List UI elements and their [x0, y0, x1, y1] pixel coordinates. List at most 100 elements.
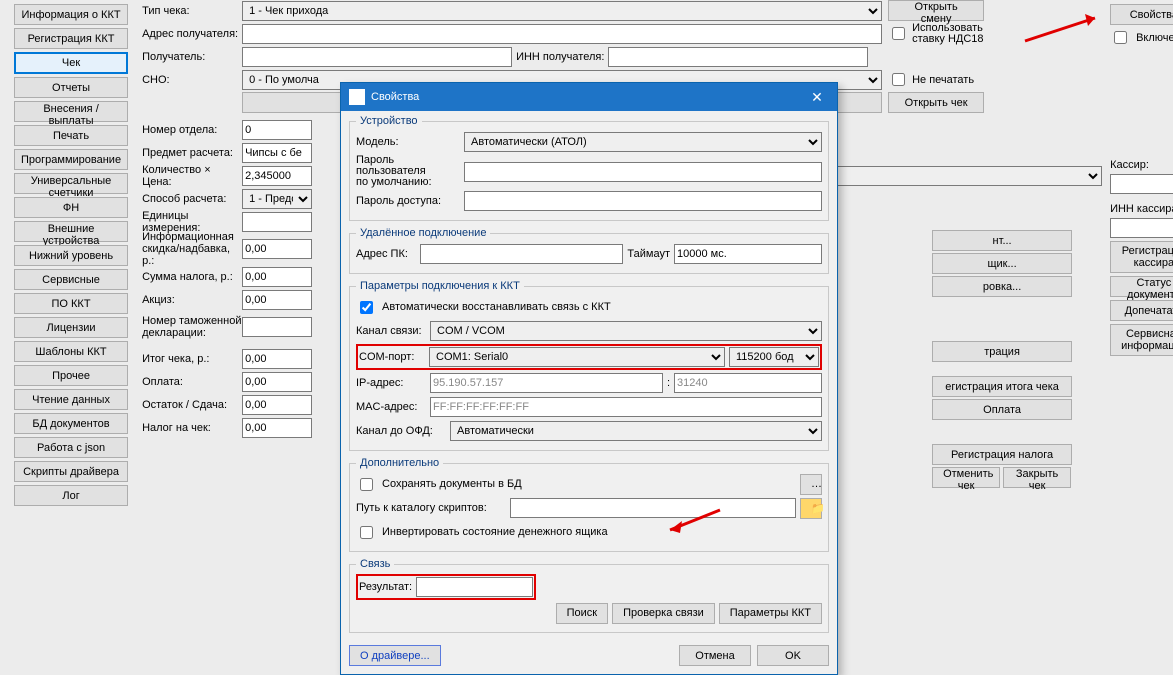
status-doc-button[interactable]: Статус документа	[1110, 276, 1173, 297]
kanal-select[interactable]: COM / VCOM	[430, 321, 822, 341]
reg-naloga-button[interactable]: Регистрация налога	[932, 444, 1072, 465]
right-panel: Свойства Включено Кассир: ИНН кассира: Р…	[1108, 0, 1173, 620]
folder-icon[interactable]: 📁	[800, 498, 822, 519]
adres-poluchatelya-input[interactable]	[242, 24, 882, 44]
ok-button[interactable]: OK	[757, 645, 829, 666]
reg-itoga-button[interactable]: егистрация итога чека	[932, 376, 1072, 397]
serv-info-button[interactable]: Сервисная информация	[1110, 324, 1173, 356]
cancel-button[interactable]: Отмена	[679, 645, 751, 666]
model-label: Модель:	[356, 136, 460, 148]
sidebar-item-prochee[interactable]: Прочее	[14, 365, 128, 386]
partial-rovka-button[interactable]: ровка...	[932, 276, 1072, 297]
kolcena-input[interactable]	[242, 166, 312, 186]
poluchatel-input[interactable]	[242, 47, 512, 67]
ip-port-input	[674, 373, 822, 393]
comport-select[interactable]: COM1: Serial0	[429, 347, 725, 367]
result-label: Результат:	[359, 581, 412, 593]
vklyucheno-label: Включено	[1136, 32, 1173, 44]
invert-cash-checkbox[interactable]	[360, 526, 373, 539]
pwd-access-label: Пароль доступа:	[356, 195, 460, 207]
vklyucheno-checkbox[interactable]	[1114, 31, 1127, 44]
akciz-input[interactable]	[242, 290, 312, 310]
otmenit-chek-button[interactable]: Отменить чек	[932, 467, 1000, 488]
sidebar-item-fn[interactable]: ФН	[14, 197, 128, 218]
nalog-input[interactable]	[242, 418, 312, 438]
sidebar-item-vneshnie[interactable]: Внешние устройства	[14, 221, 128, 242]
baud-select[interactable]: 115200 бод	[729, 347, 819, 367]
sidebar-item-po-kkt[interactable]: ПО ККТ	[14, 293, 128, 314]
ostatok-input[interactable]	[242, 395, 312, 415]
dialog-titlebar[interactable]: Свойства ✕	[341, 83, 837, 111]
ip-label: IP-адрес:	[356, 377, 426, 389]
kanal-ofd-select[interactable]: Автоматически	[450, 421, 822, 441]
sidebar-item-servisnye[interactable]: Сервисные	[14, 269, 128, 290]
predmet-input[interactable]	[242, 143, 312, 163]
svoystva-button[interactable]: Свойства	[1110, 4, 1173, 25]
sidebar-item-info-kkt[interactable]: Информация о ККТ	[14, 4, 128, 25]
model-select[interactable]: Автоматически (АТОЛ)	[464, 132, 822, 152]
predmet-label: Предмет расчета:	[142, 147, 242, 159]
info-skidka-input[interactable]	[242, 239, 312, 259]
summa-naloga-input[interactable]	[242, 267, 312, 287]
sidebar-item-json[interactable]: Работа с json	[14, 437, 128, 458]
reg-kassira-button[interactable]: Регистрация кассира	[1110, 241, 1173, 273]
sidebar-item-vneseniya[interactable]: Внесения / выплаты	[14, 101, 128, 122]
oplata-button[interactable]: Оплата	[932, 399, 1072, 420]
oplata-input[interactable]	[242, 372, 312, 392]
partial-schik-button[interactable]: щик...	[932, 253, 1072, 274]
check-conn-button[interactable]: Проверка связи	[612, 603, 715, 624]
sidebar-item-nizhniy[interactable]: Нижний уровень	[14, 245, 128, 266]
use-nds-checkbox[interactable]	[892, 27, 905, 40]
group-extra: Дополнительно Сохранять документы в БД ……	[349, 457, 829, 552]
partial-ent-button[interactable]: нт...	[932, 230, 1072, 251]
result-highlight: Результат:	[356, 574, 536, 600]
properties-dialog: Свойства ✕ Устройство Модель: Автоматиче…	[340, 82, 838, 675]
pwd-access-input[interactable]	[464, 191, 822, 211]
sidebar-item-otchety[interactable]: Отчеты	[14, 77, 128, 98]
dopechatat-button[interactable]: Допечатать	[1110, 300, 1173, 321]
save-db-checkbox[interactable]	[360, 478, 373, 491]
ne-pechatat-checkbox[interactable]	[892, 73, 905, 86]
search-button[interactable]: Поиск	[556, 603, 608, 624]
db-settings-button[interactable]: …	[800, 474, 822, 495]
sidebar-item-chtenie[interactable]: Чтение данных	[14, 389, 128, 410]
nomer-otdela-input[interactable]	[242, 120, 312, 140]
sidebar-item-chek[interactable]: Чек	[14, 52, 128, 74]
inn-poluch-input[interactable]	[608, 47, 868, 67]
timeout-input[interactable]	[674, 244, 822, 264]
pwd-user-input[interactable]	[464, 162, 822, 182]
sidebar-item-reg-kkt[interactable]: Регистрация ККТ	[14, 28, 128, 49]
sidebar-item-programmirovanie[interactable]: Программирование	[14, 149, 128, 170]
sidebar-item-bd-dok[interactable]: БД документов	[14, 413, 128, 434]
auto-restore-checkbox[interactable]	[360, 301, 373, 314]
open-smena-button[interactable]: Открыть смену	[888, 0, 984, 21]
result-input[interactable]	[416, 577, 533, 597]
sidebar-item-shablony[interactable]: Шаблоны ККТ	[14, 341, 128, 362]
sidebar-item-licenzii[interactable]: Лицензии	[14, 317, 128, 338]
itog-input[interactable]	[242, 349, 312, 369]
adres-pk-input[interactable]	[420, 244, 623, 264]
script-path-input[interactable]	[510, 498, 796, 518]
open-chek-button[interactable]: Открыть чек	[888, 92, 984, 113]
ne-pechatat-label: Не печатать	[912, 74, 974, 86]
ed-input[interactable]	[242, 212, 312, 232]
about-driver-button[interactable]: О драйвере...	[349, 645, 441, 666]
sidebar-item-log[interactable]: Лог	[14, 485, 128, 506]
close-icon[interactable]: ✕	[797, 83, 837, 111]
script-path-label: Путь к каталогу скриптов:	[356, 502, 506, 514]
sidebar-item-pechat[interactable]: Печать	[14, 125, 128, 146]
kkt-params-button[interactable]: Параметры ККТ	[719, 603, 822, 624]
sidebar: Информация о ККТ Регистрация ККТ Чек Отч…	[0, 0, 136, 620]
kassir-input[interactable]	[1110, 174, 1173, 194]
sposob-label: Способ расчета:	[142, 193, 242, 205]
inn-kassira-input[interactable]	[1110, 218, 1173, 238]
sidebar-item-schetchiki[interactable]: Универсальные счетчики	[14, 173, 128, 194]
sidebar-item-scripts[interactable]: Скрипты драйвера	[14, 461, 128, 482]
zakryt-chek-button[interactable]: Закрыть чек	[1003, 467, 1071, 488]
tip-cheka-select[interactable]: 1 - Чек прихода	[242, 1, 882, 21]
sposob-select[interactable]: 1 - Предоп	[242, 189, 312, 209]
tamozh-input[interactable]	[242, 317, 312, 337]
tamozh-label: Номер таможенной декларации:	[142, 315, 242, 339]
partial-tracia-button[interactable]: трация	[932, 341, 1072, 362]
dialog-icon	[349, 89, 365, 105]
